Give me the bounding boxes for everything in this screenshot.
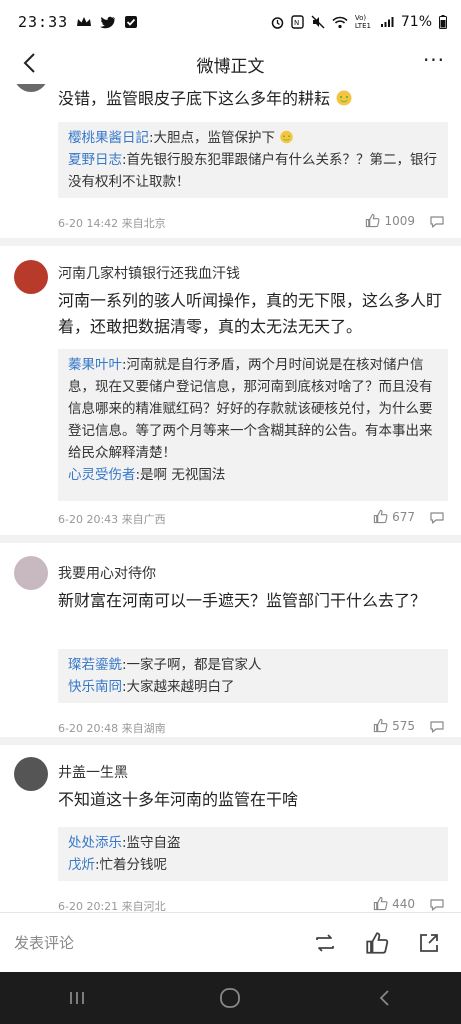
svg-text:N: N — [294, 19, 299, 27]
back-button[interactable] — [14, 48, 44, 78]
reply-username[interactable]: 夏野日志 — [68, 152, 122, 168]
mute-icon — [311, 15, 325, 29]
reply-username[interactable]: 快乐南冏 — [68, 679, 122, 695]
more-button[interactable]: ··· — [419, 48, 449, 78]
reply-username[interactable]: 璨若鎏銑 — [68, 657, 122, 673]
reply-username[interactable]: 樱桃果酱日記 — [68, 130, 149, 146]
back-arrow-icon — [379, 990, 389, 1006]
emoji-icon — [280, 130, 294, 144]
reply-username[interactable]: 心灵受伤者 — [68, 467, 136, 483]
recents-button[interactable] — [63, 984, 91, 1012]
status-bar: 23:33 N Vo) LTE1 71% — [0, 0, 461, 44]
more-dots-icon: ··· — [422, 48, 446, 72]
repost-icon[interactable] — [313, 931, 337, 955]
comment-list[interactable]: 没错，监管眼皮子底下这么多年的耕耘 樱桃果酱日記:大胆点，监管保护下 夏野日志:… — [0, 84, 461, 922]
reply-box[interactable]: 璨若鎏銑:一家子啊，都是官家人 快乐南冏:大家越来越明白了 — [58, 649, 448, 703]
reply-text: :大胆点，监管保护下 — [149, 130, 276, 146]
wifi-icon — [332, 16, 348, 28]
reply-text: :是啊 无视国法 — [135, 467, 226, 483]
reply-text: :忙着分钱呢 — [95, 857, 168, 873]
comment-card: 没错，监管眼皮子底下这么多年的耕耘 樱桃果酱日記:大胆点，监管保护下 夏野日志:… — [0, 84, 461, 238]
bottom-action-bar: 发表评论 — [0, 912, 461, 972]
status-time: 23:33 — [18, 13, 69, 31]
comment-card: 我要用心对待你 新财富在河南可以一手遮天？监管部门干什么去了？ 璨若鎏銑:一家子… — [0, 535, 461, 737]
thumbs-up-icon[interactable] — [365, 931, 389, 955]
reply-username[interactable]: 蓁果叶叶 — [68, 357, 122, 373]
reply-box[interactable]: 樱桃果酱日記:大胆点，监管保护下 夏野日志:首先银行股东犯罪跟储户有什么关系？？… — [58, 122, 448, 198]
avatar[interactable] — [14, 556, 48, 590]
like-button[interactable]: 677 — [373, 509, 415, 524]
thumbs-up-icon — [373, 509, 388, 524]
speech-bubble-icon[interactable] — [429, 511, 445, 525]
battery-icon — [439, 15, 447, 29]
thumbs-up-icon — [366, 213, 380, 228]
thumbs-up-icon — [373, 718, 388, 733]
reply-item: 快乐南冏:大家越来越明白了 — [68, 676, 438, 698]
reply-username[interactable]: 戊炘 — [68, 857, 95, 873]
reply-box[interactable]: 蓁果叶叶:河南就是自行矛盾，两个月时间说是在核对储户信息，现在又要储户登记信息，… — [58, 349, 448, 501]
reply-item: 璨若鎏銑:一家子啊，都是官家人 — [68, 654, 438, 676]
signal-icon — [380, 17, 394, 27]
avatar[interactable] — [14, 260, 48, 294]
reply-item: 夏野日志:首先银行股东犯罪跟储户有什么关系？？第二，银行没有权利不让取款！ — [68, 149, 438, 193]
reply-item: 处处添乐:监守自盗 — [68, 832, 438, 854]
reply-item: 樱桃果酱日記:大胆点，监管保护下 — [68, 127, 438, 149]
comment-text: 新财富在河南可以一手遮天？监管部门干什么去了？ — [58, 591, 427, 610]
network-label: Vo) LTE1 — [354, 14, 371, 30]
comment-meta: 6-20 20:43 来自广西 — [58, 513, 166, 526]
like-count: 1009 — [384, 213, 415, 228]
speech-bubble-icon[interactable] — [429, 720, 445, 734]
reply-text: :一家子啊，都是官家人 — [122, 657, 262, 673]
system-back-button[interactable] — [370, 984, 398, 1012]
share-icon[interactable] — [417, 931, 441, 955]
reply-box[interactable]: 处处添乐:监守自盗 戊炘:忙着分钱呢 — [58, 827, 448, 881]
checkbox-icon — [125, 16, 138, 28]
comment-meta: 6-20 20:48 来自湖南 — [58, 722, 166, 735]
home-circle-icon — [220, 988, 241, 1008]
comment-card: 河南几家村镇银行还我血汗钱 河南一系列的骇人听闻操作，真的无下限，这么多人盯着，… — [0, 238, 461, 535]
chevron-left-icon — [23, 53, 35, 73]
comment-meta: 6-20 14:42 来自北京 — [58, 217, 166, 230]
like-button[interactable]: 575 — [373, 718, 415, 733]
comment-card: 井盖一生黑 不知道这十多年河南的监管在干啥 处处添乐:监守自盗 戊炘:忙着分钱呢… — [0, 737, 461, 922]
reply-text: :河南就是自行矛盾，两个月时间说是在核对储户信息，现在又要储户登记信息，那河南到… — [68, 357, 433, 461]
recents-icon — [69, 992, 84, 1004]
comment-text: 河南一系列的骇人听闻操作，真的无下限，这么多人盯着，还敢把数据清零，真的太无法无… — [58, 291, 443, 336]
avatar[interactable] — [14, 84, 48, 92]
comment-username[interactable]: 我要用心对待你 — [58, 563, 156, 583]
like-count: 677 — [392, 509, 415, 524]
page-title: 微博正文 — [196, 56, 265, 77]
comment-text: 没错，监管眼皮子底下这么多年的耕耘 — [58, 86, 444, 112]
reply-text: :大家越来越明白了 — [122, 679, 235, 695]
nav-bar: 微博正文 ··· — [0, 44, 461, 84]
comment-username[interactable]: 河南几家村镇银行还我血汗钱 — [58, 263, 240, 283]
comment-username[interactable]: 井盖一生黑 — [58, 762, 128, 782]
reply-text: :首先银行股东犯罪跟储户有什么关系？？第二，银行没有权利不让取款！ — [68, 152, 438, 190]
thumbs-up-icon — [373, 896, 388, 911]
system-nav-bar — [0, 972, 461, 1024]
battery-percent: 71% — [400, 14, 432, 30]
speech-bubble-icon[interactable] — [429, 215, 445, 229]
reply-text: :监守自盗 — [122, 835, 181, 851]
reply-item: 心灵受伤者:是啊 无视国法 — [68, 464, 438, 486]
alarm-icon — [271, 17, 284, 29]
nfc-icon: N — [291, 15, 304, 29]
like-button[interactable]: 440 — [373, 896, 415, 911]
emoji-icon — [336, 90, 352, 106]
speech-bubble-icon[interactable] — [429, 898, 445, 912]
reply-item: 蓁果叶叶:河南就是自行矛盾，两个月时间说是在核对储户信息，现在又要储户登记信息，… — [68, 354, 438, 464]
like-count: 440 — [392, 896, 415, 911]
twitter-icon — [100, 16, 116, 28]
like-count: 575 — [392, 718, 415, 733]
reply-username[interactable]: 处处添乐 — [68, 835, 122, 851]
compose-comment-input[interactable]: 发表评论 — [14, 932, 74, 953]
home-button[interactable] — [216, 984, 244, 1012]
reply-item: 戊炘:忙着分钱呢 — [68, 854, 438, 876]
avatar[interactable] — [14, 757, 48, 791]
crown-icon — [77, 17, 92, 26]
like-button[interactable]: 1009 — [365, 213, 415, 228]
comment-text: 不知道这十多年河南的监管在干啥 — [58, 790, 299, 809]
